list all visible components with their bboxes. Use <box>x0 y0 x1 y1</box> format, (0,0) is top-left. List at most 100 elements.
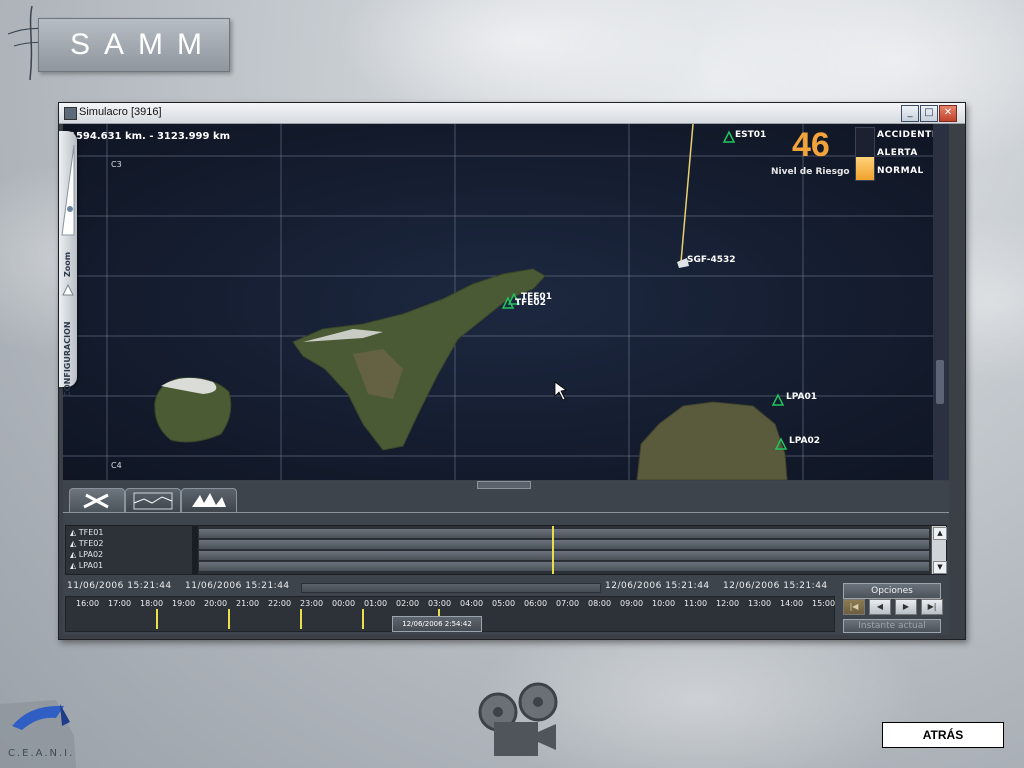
hour-label: 14:00 <box>780 599 804 608</box>
hour-label: 20:00 <box>204 599 228 608</box>
tools-icon <box>83 493 109 509</box>
hour-label: 09:00 <box>620 599 644 608</box>
track-scrollbar[interactable]: ▲ ▼ <box>931 526 947 574</box>
maximize-button[interactable]: □ <box>920 105 938 122</box>
hour-label: 07:00 <box>556 599 580 608</box>
level-alerta: ALERTA <box>877 148 918 158</box>
marker-label-sgf-4532[interactable]: SGF-4532 <box>687 255 736 265</box>
instant-current-button[interactable]: Instante actual <box>843 619 941 633</box>
window-title: Simulacro [3916] <box>79 106 162 118</box>
island-tenerife <box>292 268 546 451</box>
risk-level-fill <box>856 156 874 180</box>
hour-label: 13:00 <box>748 599 772 608</box>
track-name-lpa02[interactable]: ◭ LPA02 <box>70 550 103 559</box>
risk-value: 46 <box>792 126 830 164</box>
marker-est01-icon <box>722 130 736 143</box>
event-marker <box>362 609 364 629</box>
timeline-panel: ◭ TFE01 ◭ TFE02 ◭ LPA02 ◭ LPA01 ▲ ▼ 11/0… <box>63 481 949 635</box>
marker-label-lpa02[interactable]: LPA02 <box>789 436 820 446</box>
track-row <box>198 550 930 561</box>
first-frame-button[interactable]: |◀ <box>843 599 865 615</box>
event-marker <box>300 609 302 629</box>
level-accidente: ACCIDENTE <box>877 130 939 140</box>
track-row <box>198 539 930 550</box>
zoom-label: Zoom <box>63 251 72 277</box>
hour-label: 06:00 <box>524 599 548 608</box>
zoom-handle <box>67 206 73 212</box>
hour-label: 23:00 <box>300 599 324 608</box>
back-button[interactable]: ATRÁS <box>882 722 1004 748</box>
side-control-tab: Zoom CONFIGURACION <box>59 131 77 397</box>
configuracion-label[interactable]: CONFIGURACION <box>63 321 72 397</box>
last-frame-button[interactable]: ▶| <box>921 599 943 615</box>
tab-signal[interactable] <box>181 488 237 513</box>
signal-icon <box>192 493 226 507</box>
samm-logo-text: SAMM <box>70 28 216 61</box>
panel-splitter-handle[interactable] <box>477 481 531 489</box>
scroll-down-icon[interactable]: ▼ <box>933 561 947 574</box>
window-app-icon <box>64 107 77 120</box>
map-coordinates: 1594.631 km. - 3123.999 km <box>69 131 231 142</box>
minimize-button[interactable]: _ <box>901 105 919 122</box>
hour-label: 12:00 <box>716 599 740 608</box>
map-vertical-handle[interactable] <box>936 360 944 404</box>
hour-label: 00:00 <box>332 599 356 608</box>
film-projector-icon[interactable] <box>476 680 570 760</box>
marker-label-est01[interactable]: EST01 <box>735 130 766 140</box>
hour-label: 11:00 <box>684 599 708 608</box>
risk-level-bar <box>855 127 875 181</box>
end-time-2: 12/06/2006 15:21:44 <box>723 581 828 591</box>
options-button[interactable]: Opciones <box>843 583 941 599</box>
hour-label: 17:00 <box>108 599 132 608</box>
satellite-map[interactable]: 1594.631 km. - 3123.999 km C3 C4 EST01 S… <box>63 124 949 480</box>
hour-label: 10:00 <box>652 599 676 608</box>
hour-label: 04:00 <box>460 599 484 608</box>
close-button[interactable]: ✕ <box>939 105 957 122</box>
event-marker <box>156 609 158 629</box>
tab-chart[interactable] <box>125 488 181 513</box>
hour-label: 18:00 <box>140 599 164 608</box>
scroll-up-icon[interactable]: ▲ <box>933 527 947 540</box>
time-range-scrollbar[interactable] <box>301 583 601 593</box>
start-time-1: 11/06/2006 15:21:44 <box>67 581 172 591</box>
chart-icon <box>133 492 173 510</box>
track-row <box>198 528 930 539</box>
zoom-toggle-icon[interactable] <box>61 283 75 297</box>
hour-label: 05:00 <box>492 599 516 608</box>
track-cursor <box>552 526 554 574</box>
zoom-slider[interactable] <box>59 139 77 239</box>
tab-divider <box>63 512 949 513</box>
grid-label-c3: C3 <box>111 160 122 169</box>
hour-label: 21:00 <box>236 599 260 608</box>
ship-track <box>680 124 694 263</box>
hour-label: 02:00 <box>396 599 420 608</box>
hour-label: 08:00 <box>588 599 612 608</box>
simulation-window: Simulacro [3916] _ □ ✕ 1594.631 km. - 31… <box>58 102 966 640</box>
hour-label: 19:00 <box>172 599 196 608</box>
marker-label-lpa01[interactable]: LPA01 <box>786 392 817 402</box>
hour-label: 03:00 <box>428 599 452 608</box>
previous-button[interactable]: ◀ <box>869 599 891 615</box>
track-name-lpa01[interactable]: ◭ LPA01 <box>70 561 103 570</box>
station-markers <box>501 130 788 450</box>
risk-label: Nivel de Riesgo <box>771 167 850 177</box>
next-button[interactable]: ▶ <box>895 599 917 615</box>
window-titlebar[interactable]: Simulacro [3916] _ □ ✕ <box>59 103 965 124</box>
grid-label-c4: C4 <box>111 461 122 470</box>
hour-label: 16:00 <box>76 599 100 608</box>
hour-label: 15:00 <box>812 599 836 608</box>
track-list[interactable]: ◭ TFE01 ◭ TFE02 ◭ LPA02 ◭ LPA01 ▲ ▼ <box>65 525 947 575</box>
track-row <box>198 561 930 572</box>
start-time-2: 11/06/2006 15:21:44 <box>185 581 290 591</box>
track-name-tfe02[interactable]: ◭ TFE02 <box>70 539 103 548</box>
marker-label-tfe02[interactable]: TFE02 <box>515 298 546 308</box>
current-time-box: 12/06/2006 2:54:42 <box>392 616 482 632</box>
map-right-edge <box>933 124 949 480</box>
level-normal: NORMAL <box>877 166 924 176</box>
mouse-cursor-icon <box>554 381 567 401</box>
hour-timeline[interactable]: 16:00 17:00 18:00 19:00 20:00 21:00 22:0… <box>65 596 835 632</box>
tab-tools[interactable] <box>69 488 125 513</box>
hour-label: 01:00 <box>364 599 388 608</box>
event-marker <box>228 609 230 629</box>
track-name-tfe01[interactable]: ◭ TFE01 <box>70 528 103 537</box>
